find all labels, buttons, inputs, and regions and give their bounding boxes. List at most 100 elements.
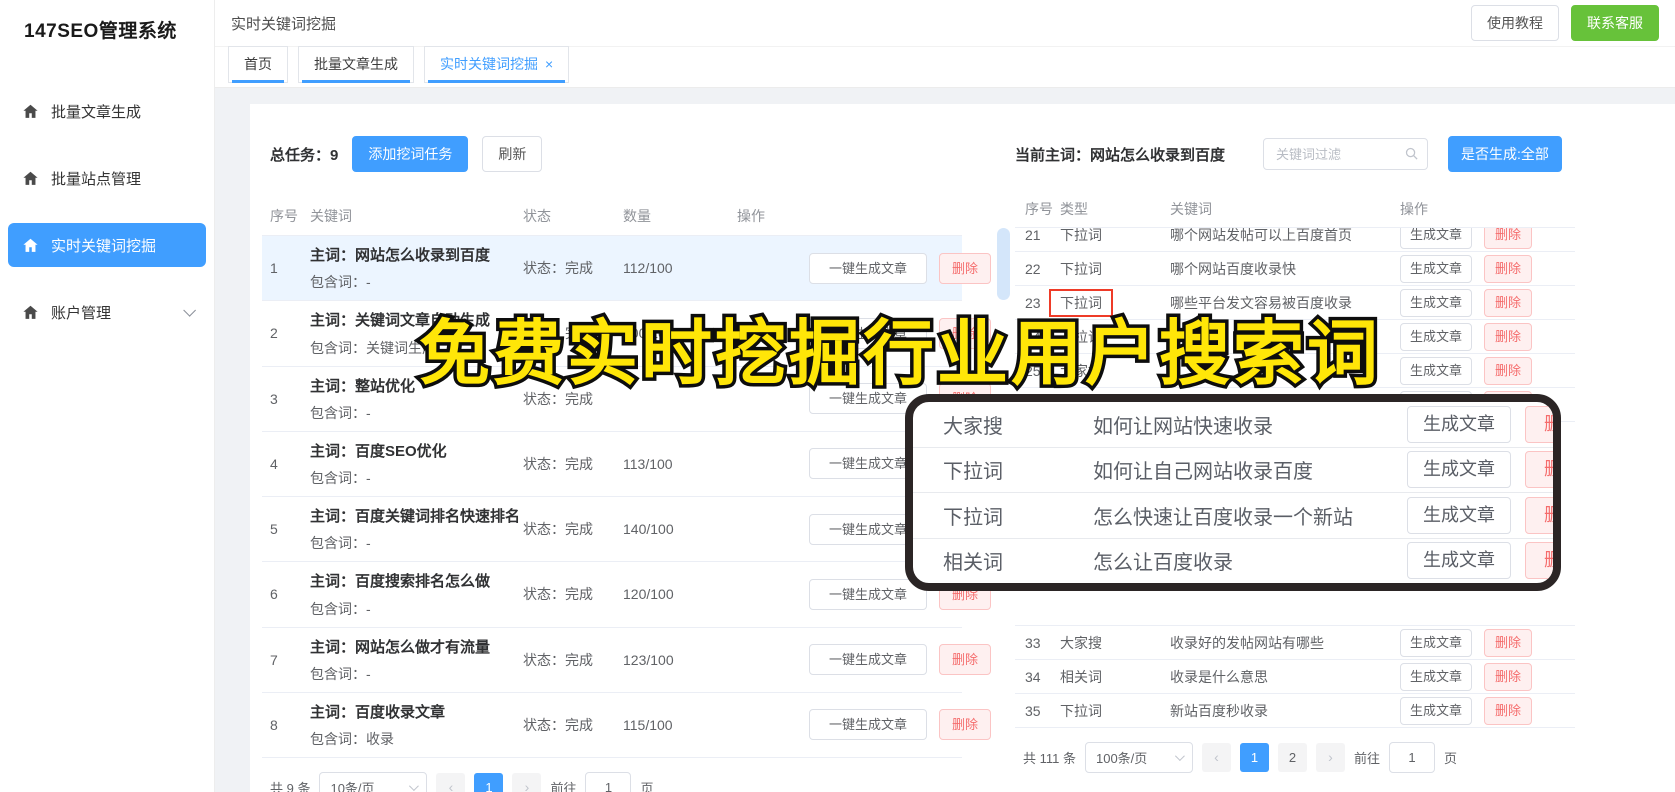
delete-button[interactable]: 删除 [1525,405,1553,443]
cell-include-word: 包含词：收录 [310,731,394,747]
page-number-1[interactable]: 1 [474,773,504,792]
generate-article-button[interactable]: 生成文章 [1400,628,1472,657]
delete-button[interactable]: 删除 [1525,451,1553,489]
inset-row: 大家搜 如何让网站快速收录 生成文章 删除 [913,402,1553,448]
generate-article-button[interactable]: 生成文章 [1400,356,1472,385]
delete-button[interactable]: 删除 [939,709,991,741]
task-panel-header: 总任务：9 添加挖词任务 刷新 [270,136,962,172]
table-row[interactable]: 35 下拉词 新站百度秒收录 生成文章 删除 [1015,694,1575,728]
cell-include-word: 包含词：- [310,274,371,291]
generate-article-button[interactable]: 一键生成文章 [809,252,927,284]
cell-no: 4 [270,455,278,472]
topbar-actions: 使用教程 联系客服 [1471,5,1659,41]
delete-button[interactable]: 删除 [939,252,991,284]
page-number-1[interactable]: 1 [1239,743,1269,772]
goto-label: 前往 [1353,751,1380,766]
page-size-value: 100条/页 [1095,751,1148,766]
tab-bar: 首页 批量文章生成 实时关键词挖掘 × [215,46,1675,88]
table-row[interactable]: 7 主词：网站怎么做才有流量 包含词：- 状态：完成 123/100 一键生成文章… [262,628,991,693]
column-no: 序号 [270,207,298,224]
cell-type: 相关词 [943,552,1003,575]
generate-article-button[interactable]: 生成文章 [1400,288,1472,317]
sidebar-item-batch-article[interactable]: 批量文章生成 [8,89,206,133]
generate-article-button[interactable]: 生成文章 [1407,405,1511,443]
generate-article-button[interactable]: 生成文章 [1407,542,1511,580]
delete-button[interactable]: 删除 [939,644,991,676]
zoom-inset-box: 大家搜 如何让网站快速收录 生成文章 删除 下拉词 如何让自己网站收录百度 生成… [905,394,1561,591]
column-ops: 操作 [737,207,765,224]
table-row[interactable]: 21 下拉词 哪个网站发帖可以上百度首页 生成文章 删除 [1015,228,1575,252]
prev-page-button[interactable]: ‹ [1201,743,1231,772]
tab-home[interactable]: 首页 [228,46,288,83]
tab-keyword-mining[interactable]: 实时关键词挖掘 × [424,46,570,83]
task-table-header: 序号 关键词 状态 数量 操作 [262,196,962,236]
next-page-button[interactable]: › [512,773,542,792]
generate-article-button[interactable]: 生成文章 [1407,496,1511,534]
contact-support-button[interactable]: 联系客服 [1571,5,1659,41]
cell-main-word: 主词：网站怎么做才有流量 [310,638,491,656]
refresh-button[interactable]: 刷新 [482,136,543,172]
generate-article-button[interactable]: 生成文章 [1400,696,1472,725]
delete-button[interactable]: 删除 [1525,542,1553,580]
goto-page-input[interactable] [1389,742,1435,773]
next-page-button[interactable]: › [1315,743,1345,772]
cell-keyword: 怎么快速让百度收录一个新站 [1093,506,1353,529]
cell-keyword: 如何让网站快速收录 [1093,415,1273,438]
table-row[interactable]: 8 主词：百度收录文章 包含词：收录 状态：完成 115/100 一键生成文章 删除 [262,693,991,758]
delete-button[interactable]: 删除 [1484,322,1532,351]
delete-button[interactable]: 删除 [1484,696,1532,725]
generate-article-button[interactable]: 生成文章 [1400,322,1472,351]
sidebar-item-batch-site[interactable]: 批量站点管理 [8,156,206,200]
tab-batch-article[interactable]: 批量文章生成 [298,46,414,83]
table-row[interactable]: 22 下拉词 哪个网站百度收录快 生成文章 删除 [1015,252,1575,286]
generate-article-button[interactable]: 生成文章 [1400,662,1472,691]
cell-qty: 140/100 [623,521,674,538]
table-row[interactable]: 1 主词：网站怎么收录到百度 包含词：- 状态：完成 112/100 一键生成文章… [262,236,991,302]
help-button[interactable]: 使用教程 [1471,5,1559,41]
delete-button[interactable]: 删除 [1484,228,1532,249]
cell-type: 下拉词 [943,461,1003,484]
cell-main-word: 主词：百度关键词排名快速排名 [310,508,521,525]
scrollbar-thumb[interactable] [997,228,1010,300]
generate-article-button[interactable]: 生成文章 [1400,228,1472,249]
cell-qty: 113/100 [623,455,673,472]
total-count-label: 共 111 条 [1023,751,1076,766]
page-title: 实时关键词挖掘 [231,15,337,33]
cell-include-word: 包含词：- [310,470,371,486]
delete-button[interactable]: 删除 [1484,356,1532,385]
delete-button[interactable]: 删除 [1484,628,1532,657]
generate-article-button[interactable]: 一键生成文章 [809,578,927,610]
inset-row: 相关词 怎么让百度收录 生成文章 删除 [913,539,1553,584]
delete-button[interactable]: 删除 [1484,662,1532,691]
close-icon[interactable]: × [545,56,553,72]
page-size-select[interactable]: 100条/页 [1084,742,1193,773]
generate-article-button[interactable]: 一键生成文章 [809,709,927,741]
delete-button[interactable]: 删除 [1484,288,1532,317]
page-size-select[interactable]: 10条/页 [319,772,428,792]
delete-button[interactable]: 删除 [1525,496,1553,534]
cell-qty: 123/100 [623,651,674,668]
generate-article-button[interactable]: 生成文章 [1400,254,1472,283]
table-row[interactable]: 6 主词：百度搜索排名怎么做 包含词：- 状态：完成 120/100 一键生成文章… [262,562,991,628]
sidebar-item-account[interactable]: 账户管理 [8,290,206,334]
generate-article-button[interactable]: 生成文章 [1407,451,1511,489]
column-status: 状态 [523,207,551,224]
cell-main-word: 主词：百度收录文章 [310,703,446,721]
column-qty: 数量 [623,207,651,224]
table-row[interactable]: 33 大家搜 收录好的发帖网站有哪些 生成文章 删除 [1015,626,1575,660]
column-type: 类型 [1060,200,1088,217]
cell-type: 下拉词 [1060,702,1102,719]
task-panel: 总任务：9 添加挖词任务 刷新 序号 关键词 状态 数量 操作 1 主词：网站怎… [262,130,991,792]
table-row[interactable]: 34 相关词 收录是什么意思 生成文章 删除 [1015,660,1575,694]
page-number-2[interactable]: 2 [1277,743,1307,772]
add-task-button[interactable]: 添加挖词任务 [352,136,469,172]
sidebar-item-keyword-mining[interactable]: 实时关键词挖掘 [8,223,206,267]
table-row[interactable]: 5 主词：百度关键词排名快速排名 包含词：- 状态：完成 140/100 一键生成… [262,497,991,563]
table-row[interactable]: 4 主词：百度SEO优化包含词：- 状态：完成 113/100 一键生成文章删除 [262,432,991,497]
prev-page-button[interactable]: ‹ [436,773,466,792]
delete-button[interactable]: 删除 [1484,254,1532,283]
total-count-label: 共 9 条 [270,781,311,792]
generate-filter-button[interactable]: 是否生成:全部 [1448,136,1562,172]
generate-article-button[interactable]: 一键生成文章 [809,644,927,676]
goto-page-input[interactable] [585,772,632,792]
